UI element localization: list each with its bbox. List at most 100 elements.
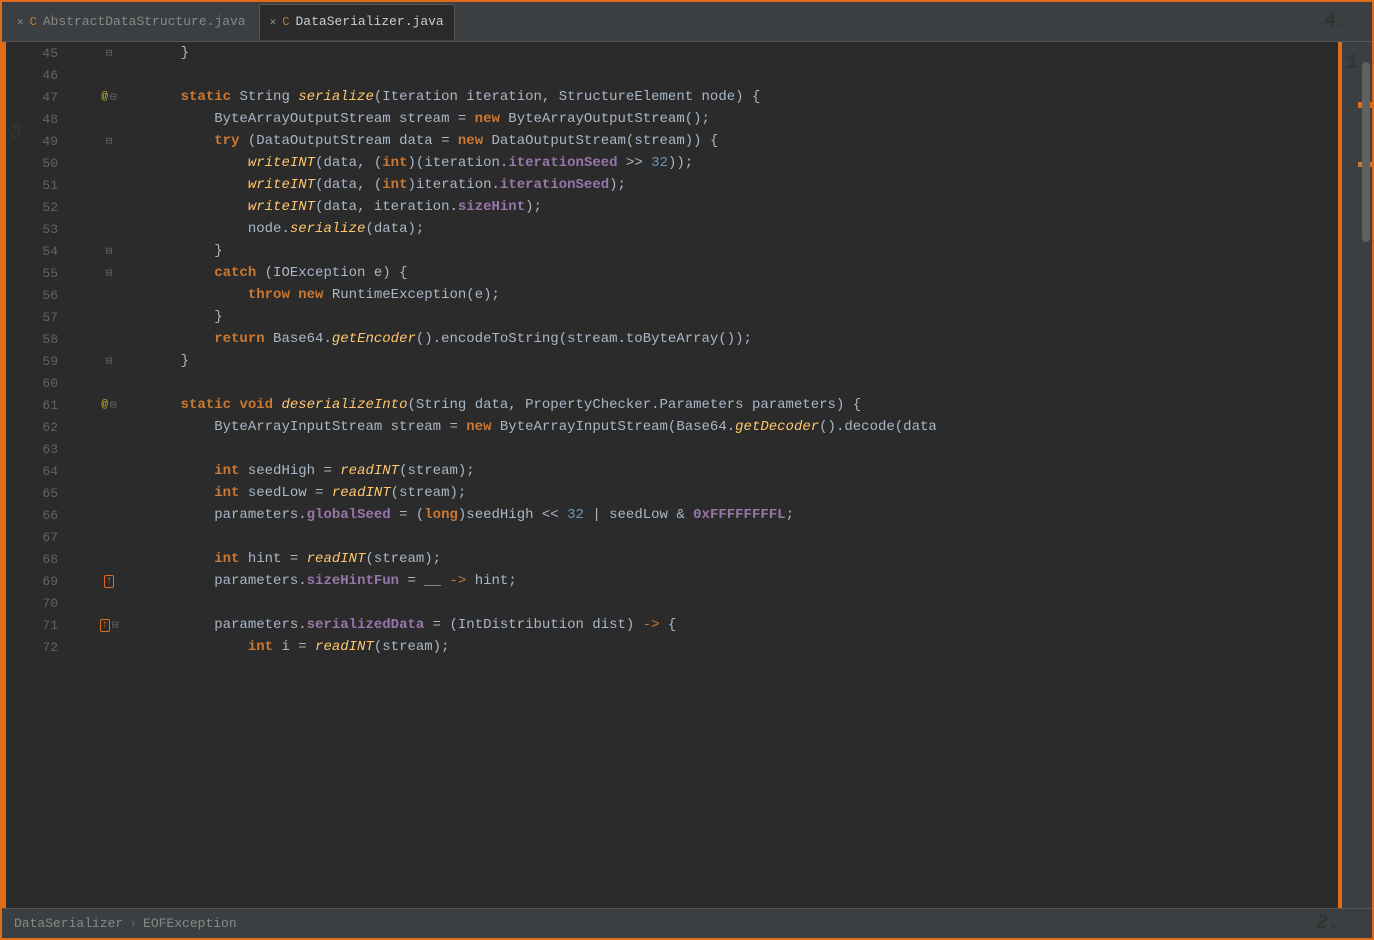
code-line-51: writeINT(data, (int)iteration.iterationS… [147, 174, 1338, 196]
line-num-67: 67 [34, 526, 71, 548]
breadcrumb-arrow: › [129, 916, 137, 931]
code-line-60 [147, 372, 1338, 394]
line-num-61: 61 [34, 394, 71, 416]
line-num-68: 68 [34, 548, 71, 570]
code-line-54: } [147, 240, 1338, 262]
line-num-59: 59 [34, 350, 71, 372]
fold-59[interactable]: ⊟ [106, 354, 113, 368]
gutter-64 [79, 460, 139, 482]
line-num-69: 69 [34, 570, 71, 592]
line-num-49: 49 [34, 130, 71, 152]
override-71[interactable]: ↑ [100, 619, 110, 632]
gutter-51 [79, 174, 139, 196]
gutter-53 [79, 218, 139, 240]
tab-abstract-label: AbstractDataStructure.java [43, 14, 246, 29]
gutter-56 [79, 284, 139, 306]
line-num-51: 51 [34, 174, 71, 196]
code-line-66: parameters.globalSeed = (long)seedHigh <… [147, 504, 1338, 526]
fold-71[interactable]: ⊟ [112, 618, 119, 632]
line-num-65: 65 [34, 482, 71, 504]
code-line-49: try (DataOutputStream data = new DataOut… [147, 130, 1338, 152]
code-line-48: ByteArrayOutputStream stream = new ByteA… [147, 108, 1338, 130]
code-line-50: writeINT(data, (int)(iteration.iteration… [147, 152, 1338, 174]
gutter-54: ⊟ [79, 240, 139, 262]
gutter-61: @ ⊟ [79, 394, 139, 416]
code-line-47: static String serialize(Iteration iterat… [147, 86, 1338, 108]
code-line-52: writeINT(data, iteration.sizeHint); [147, 196, 1338, 218]
override-69[interactable]: ↑ [104, 575, 114, 588]
status-number: 2. [1316, 912, 1360, 935]
fold-47[interactable]: ⊟ [110, 90, 117, 104]
gutter-59: ⊟ [79, 350, 139, 372]
code-line-59: } [147, 350, 1338, 372]
tab-serializer-label: DataSerializer.java [296, 14, 444, 29]
line-num-72: 72 [34, 636, 71, 658]
code-line-63 [147, 438, 1338, 460]
gutter-52 [79, 196, 139, 218]
line-num-71: 71 [34, 614, 71, 636]
code-line-57: } [147, 306, 1338, 328]
line-num-64: 64 [34, 460, 71, 482]
editor-container: ✕ C AbstractDataStructure.java ✕ C DataS… [0, 0, 1374, 940]
close-icon-serializer[interactable]: ✕ [270, 15, 277, 29]
code-line-58: return Base64.getEncoder().encodeToStrin… [147, 328, 1338, 350]
code-area: 3. 45 46 47 48 49 50 51 52 53 54 55 56 5… [2, 42, 1372, 908]
gutter-45: ⊟ [79, 42, 139, 64]
code-content: } static String serialize(Iteration iter… [139, 42, 1338, 908]
gutter-48 [79, 108, 139, 130]
tab-number-label: 4. [1324, 10, 1368, 33]
breadcrumb-method: EOFException [143, 916, 237, 931]
fold-54[interactable]: ⊟ [106, 244, 113, 258]
fold-55[interactable]: ⊟ [106, 266, 113, 280]
line-num-63: 63 [34, 438, 71, 460]
code-line-56: throw new RuntimeException(e); [147, 284, 1338, 306]
fold-45[interactable]: ⊟ [106, 46, 113, 60]
gutter-70 [79, 592, 139, 614]
gutter-71: ↑ ⊟ [79, 614, 139, 636]
file-icon-serializer: C [282, 15, 289, 29]
line-numbers: 45 46 47 48 49 50 51 52 53 54 55 56 57 5… [34, 42, 79, 908]
code-line-69: parameters.sizeHintFun = __ -> hint; [147, 570, 1338, 592]
tab-bar: ✕ C AbstractDataStructure.java ✕ C DataS… [2, 2, 1372, 42]
code-line-46 [147, 64, 1338, 86]
gutter-65 [79, 482, 139, 504]
gutter-67 [79, 526, 139, 548]
gutter-66 [79, 504, 139, 526]
fold-61[interactable]: ⊟ [110, 398, 117, 412]
status-bar: DataSerializer › EOFException 2. [2, 908, 1372, 938]
gutter-50 [79, 152, 139, 174]
gutter-57 [79, 306, 139, 328]
gutter-69: ↑ [79, 570, 139, 592]
line-num-58: 58 [34, 328, 71, 350]
code-line-72: int i = readINT(stream); [147, 636, 1338, 658]
code-line-53: node.serialize(data); [147, 218, 1338, 240]
close-icon-abstract[interactable]: ✕ [17, 15, 24, 29]
tab-abstract[interactable]: ✕ C AbstractDataStructure.java [6, 4, 257, 40]
code-line-71: parameters.serializedData = (IntDistribu… [147, 614, 1338, 636]
gutter-55: ⊟ [79, 262, 139, 284]
line-num-53: 53 [34, 218, 71, 240]
fold-49[interactable]: ⊟ [106, 134, 113, 148]
breadcrumb-class: DataSerializer [14, 916, 123, 931]
tab-serializer[interactable]: ✕ C DataSerializer.java [259, 4, 455, 40]
code-line-45: } [147, 42, 1338, 64]
left-number: 3. [10, 122, 34, 145]
annotation-61: @ [101, 399, 108, 411]
gutter-46 [79, 64, 139, 86]
line-num-70: 70 [34, 592, 71, 614]
line-num-57: 57 [34, 306, 71, 328]
right-panel: 1. [1342, 42, 1372, 908]
line-num-47: 47 [34, 86, 71, 108]
scrollbar-thumb[interactable] [1362, 62, 1370, 242]
gutter-72 [79, 636, 139, 658]
file-icon-abstract: C [30, 15, 37, 29]
code-line-55: catch (IOException e) { [147, 262, 1338, 284]
code-line-64: int seedHigh = readINT(stream); [147, 460, 1338, 482]
gutter-60 [79, 372, 139, 394]
line-num-62: 62 [34, 416, 71, 438]
line-num-55: 55 [34, 262, 71, 284]
line-num-50: 50 [34, 152, 71, 174]
annotation-47: @ [101, 91, 108, 103]
line-num-56: 56 [34, 284, 71, 306]
gutter: ⊟ @ ⊟ ⊟ ⊟ [79, 42, 139, 908]
